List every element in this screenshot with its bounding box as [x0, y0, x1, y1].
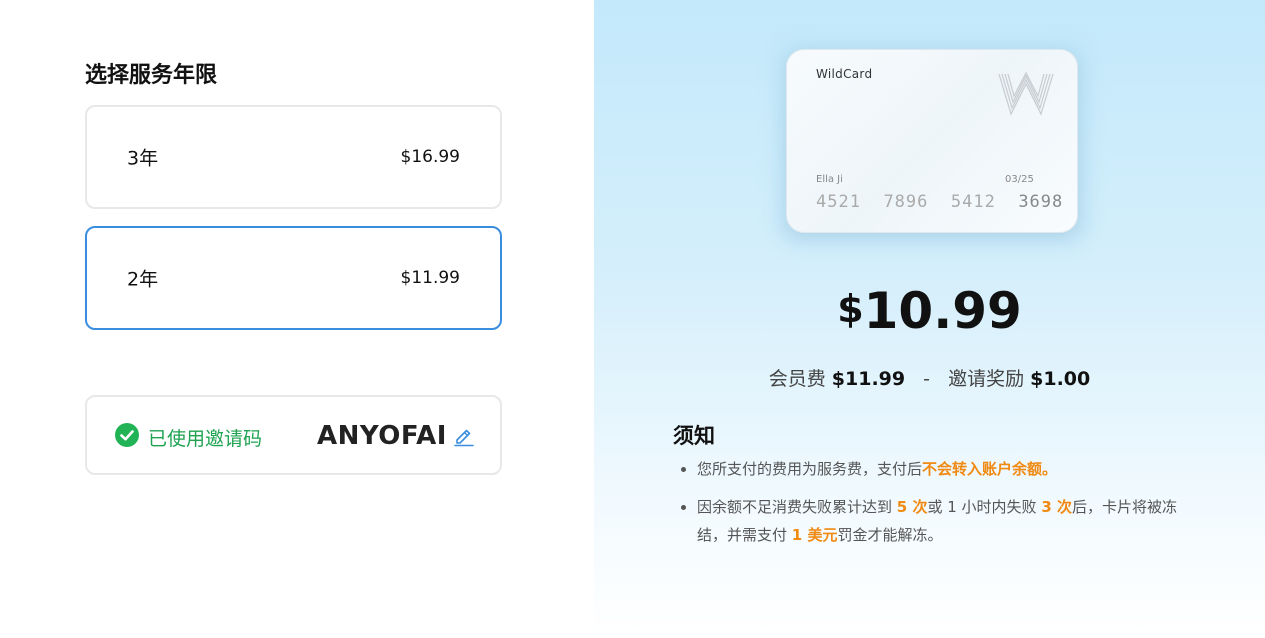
summary-panel: WildCard Ella Ji 03/25 4521 7896 5412 36 [594, 0, 1265, 638]
notice-highlight: 3 次 [1041, 498, 1072, 516]
card-number-group: 4521 [816, 192, 861, 212]
plan-option-2-years[interactable]: 2年 $11.99 [85, 226, 502, 330]
invite-code: ANYOFAI [317, 421, 447, 451]
check-circle-icon [115, 423, 139, 447]
total-price: $10.99 [594, 282, 1265, 340]
card-number: 4521 7896 5412 3698 [816, 192, 1063, 212]
notice-title: 须知 [673, 424, 715, 448]
edit-pencil-icon[interactable] [453, 425, 475, 447]
reward-value: $1.00 [1030, 368, 1091, 390]
price-breakdown: 会员费 $11.99 - 邀请奖励 $1.00 [594, 364, 1265, 391]
fee-label: 会员费 [768, 368, 826, 390]
plan-panel: 选择服务年限 3年 $16.99 2年 $11.99 已使用邀请码 ANYOFA… [0, 0, 594, 638]
plan-price: $16.99 [400, 147, 460, 167]
notice-text: 您所支付的费用为服务费，支付后 [697, 460, 923, 478]
notice-item: 您所支付的费用为服务费，支付后不会转入账户余额。 [681, 455, 1191, 483]
card-number-group: 3698 [1018, 192, 1064, 212]
plan-label: 3年 [127, 147, 159, 170]
card-expiry: 03/25 [1005, 174, 1034, 185]
notice-text: 或 1 小时内失败 [927, 498, 1042, 516]
plan-label: 2年 [127, 268, 159, 291]
wildcard-card: WildCard Ella Ji 03/25 4521 7896 5412 36 [786, 49, 1078, 233]
wildcard-logo [997, 71, 1055, 117]
card-number-group: 7896 [883, 192, 929, 212]
card-brand: WildCard [816, 67, 873, 81]
invite-code-box: 已使用邀请码 ANYOFAI [85, 395, 502, 475]
notice-highlight: 5 次 [896, 498, 928, 516]
invite-status: 已使用邀请码 [148, 428, 263, 450]
page: 选择服务年限 3年 $16.99 2年 $11.99 已使用邀请码 ANYOFA… [0, 0, 1265, 638]
notice-list: 您所支付的费用为服务费，支付后不会转入账户余额。 因余额不足消费失败累计达到 5… [681, 455, 1191, 559]
notice-text: 罚金才能解冻。 [837, 526, 943, 544]
notice-item: 因余额不足消费失败累计达到 5 次或 1 小时内失败 3 次后，卡片将被冻结，并… [681, 493, 1191, 549]
notice-highlight: 不会转入账户余额。 [922, 460, 1058, 478]
plan-price: $11.99 [400, 268, 460, 288]
card-holder: Ella Ji [816, 174, 843, 185]
notice-text: 因余额不足消费失败累计达到 [697, 498, 897, 516]
section-title: 选择服务年限 [85, 63, 218, 88]
card-number-group: 5412 [950, 192, 996, 212]
breakdown-separator: - [923, 368, 931, 390]
plan-option-3-years[interactable]: 3年 $16.99 [85, 105, 502, 209]
price-amount: 10.99 [863, 282, 1022, 340]
price-currency: $ [837, 287, 864, 331]
reward-label: 邀请奖励 [948, 368, 1025, 390]
fee-value: $11.99 [831, 368, 906, 390]
notice-highlight: 1 美元 [791, 526, 838, 544]
